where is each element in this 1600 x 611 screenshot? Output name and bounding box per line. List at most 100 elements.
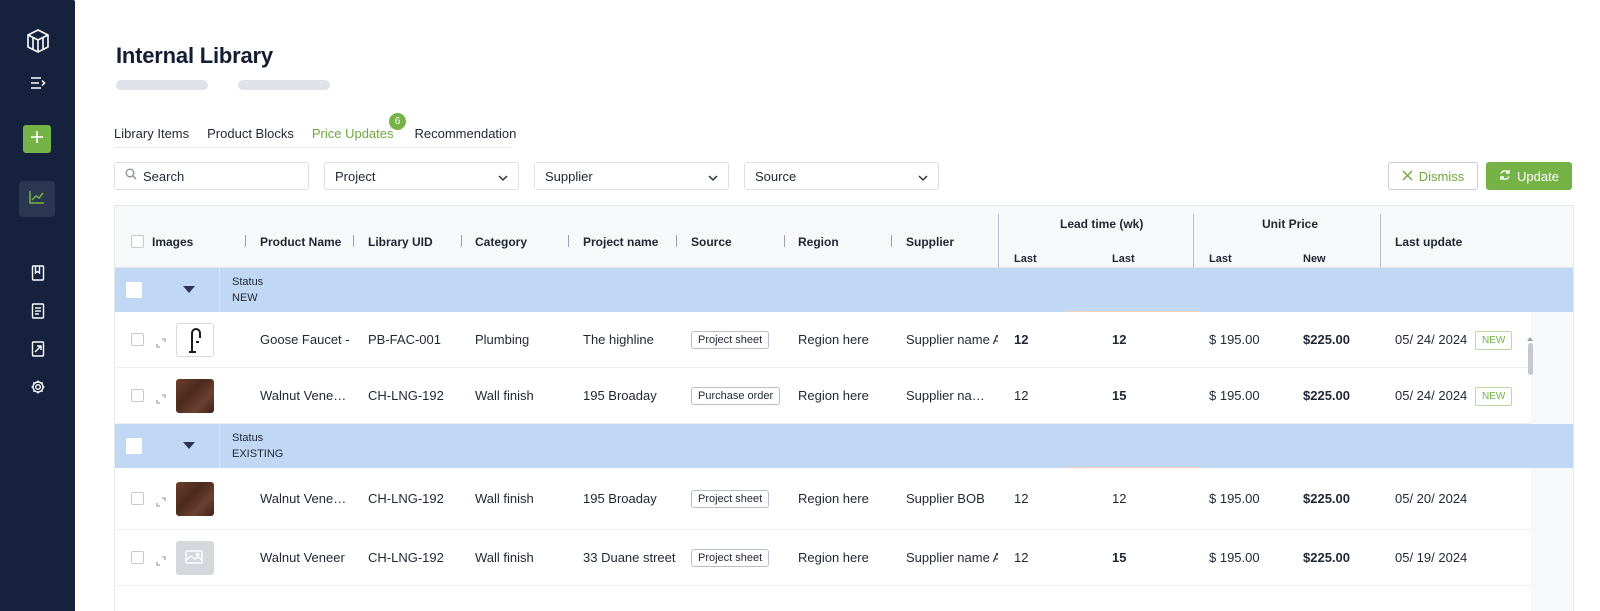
group-checkbox[interactable]	[126, 282, 142, 298]
group-checkbox[interactable]	[126, 438, 142, 454]
cell-product-name: Goose Faucet - M	[260, 332, 353, 347]
caret-down-icon[interactable]	[183, 286, 195, 293]
header-supplier[interactable]: Supplier	[906, 235, 954, 249]
source-select[interactable]: Source	[744, 162, 939, 190]
expand-icon[interactable]	[156, 335, 166, 348]
update-button-label: Update	[1517, 168, 1559, 184]
cell-category: Wall finish	[475, 550, 534, 565]
tab-price-updates[interactable]: Price Updates	[311, 126, 394, 148]
gear-icon[interactable]	[0, 379, 75, 395]
header-lead-last: Last	[1014, 253, 1037, 265]
cell-lead-last: 12	[1014, 332, 1029, 347]
sidebar-item-analytics[interactable]	[19, 181, 55, 217]
cell-price-new: $225.00	[1303, 491, 1350, 506]
chevron-down-icon	[498, 169, 508, 184]
header-source[interactable]: Source	[691, 235, 732, 249]
tab-recommendation[interactable]: Recommendation	[415, 126, 517, 148]
cell-library-uid: CH-LNG-192	[368, 388, 444, 403]
product-image-placeholder[interactable]	[176, 541, 214, 575]
search-input[interactable]	[143, 168, 293, 184]
cell-category: Plumbing	[475, 332, 530, 347]
row-checkbox[interactable]	[131, 333, 144, 346]
cell-last-update: 05/ 19/ 2024	[1395, 550, 1468, 565]
document-icon[interactable]	[0, 303, 75, 319]
column-divider	[245, 235, 246, 247]
scroll-up-icon[interactable]	[1527, 337, 1533, 341]
cell-supplier: Supplier name A	[906, 332, 998, 347]
breadcrumb-skeleton	[116, 80, 208, 90]
group-divider	[219, 424, 220, 468]
cell-project-name: 195 Broaday	[583, 388, 657, 403]
cell-price-last: $ 195.00	[1209, 332, 1260, 347]
cell-lead-new: 12	[1112, 332, 1127, 347]
page-title: Internal Library	[116, 43, 273, 68]
cell-lead-last: 12	[1014, 388, 1029, 403]
cell-price-new: $225.00	[1303, 550, 1350, 565]
cell-region: Region here	[798, 491, 869, 506]
group-label: Status	[232, 432, 264, 444]
logo-icon[interactable]	[0, 27, 75, 55]
header-project-name[interactable]: Project name	[583, 235, 658, 249]
source-tag: Purchase order	[691, 387, 781, 405]
product-image[interactable]	[176, 379, 214, 413]
scrollbar-thumb[interactable]	[1528, 343, 1533, 375]
source-select-value: Source	[755, 168, 797, 184]
cell-project-name: The highline	[583, 332, 654, 347]
header-category[interactable]: Category	[475, 235, 527, 249]
column-divider	[891, 235, 892, 247]
expand-icon[interactable]	[156, 553, 166, 566]
chevron-down-icon	[918, 169, 928, 184]
header-product-name[interactable]: Product Name	[260, 235, 341, 249]
row-checkbox[interactable]	[131, 492, 144, 505]
row-checkbox[interactable]	[131, 389, 144, 402]
column-group-divider	[1380, 214, 1381, 268]
tab-bar: Library Items Product Blocks Price Updat…	[114, 126, 516, 148]
supplier-select[interactable]: Supplier	[534, 162, 729, 190]
cell-last-update: 05/ 24/ 2024	[1395, 332, 1468, 347]
project-select[interactable]: Project	[324, 162, 519, 190]
product-image[interactable]	[176, 482, 214, 516]
menu-collapse-icon[interactable]	[0, 76, 75, 90]
cell-product-name: Walnut Vene…	[260, 388, 347, 403]
expand-icon[interactable]	[156, 494, 166, 507]
add-button[interactable]	[23, 125, 51, 153]
header-last-update[interactable]: Last update	[1395, 235, 1462, 249]
expand-icon[interactable]	[156, 391, 166, 404]
select-all-checkbox[interactable]	[131, 235, 144, 248]
header-unit-price: Unit Price	[1262, 217, 1319, 231]
header-lead-time: Lead time (wk)	[1060, 217, 1144, 231]
cell-lead-last: 12	[1014, 491, 1029, 506]
chart-icon	[29, 190, 45, 209]
column-divider	[353, 235, 354, 247]
table-row[interactable]: Walnut Veneer CH-LNG-192 Wall finish 33 …	[115, 530, 1531, 586]
cell-supplier: Supplier BOB	[906, 491, 985, 506]
cell-price-new: $225.00	[1303, 388, 1350, 403]
tab-product-blocks[interactable]: Product Blocks	[207, 126, 294, 148]
header-region[interactable]: Region	[798, 235, 839, 249]
search-icon	[125, 167, 137, 185]
table-row[interactable]: Goose Faucet - M PB-FAC-001 Plumbing The…	[115, 312, 1531, 368]
cell-region: Region here	[798, 332, 869, 347]
dismiss-button[interactable]: Dismiss	[1388, 162, 1478, 190]
close-icon	[1402, 169, 1413, 184]
tab-library-items[interactable]: Library Items	[114, 126, 189, 148]
cell-lead-new: 15	[1112, 550, 1127, 565]
cell-region: Region here	[798, 388, 869, 403]
column-group-divider	[998, 214, 999, 268]
group-divider	[219, 268, 220, 312]
cell-price-last: $ 195.00	[1209, 550, 1260, 565]
search-box	[114, 162, 309, 190]
table-row[interactable]: Walnut Vene… CH-LNG-192 Wall finish 195 …	[115, 468, 1531, 530]
table-row[interactable]: Walnut Vene… CH-LNG-192 Wall finish 195 …	[115, 368, 1531, 424]
export-icon[interactable]	[0, 341, 75, 357]
source-tag: Project sheet	[691, 490, 770, 508]
image-icon	[185, 548, 205, 569]
breadcrumb-skeleton	[238, 80, 330, 90]
row-checkbox[interactable]	[131, 551, 144, 564]
product-image[interactable]	[176, 323, 214, 357]
header-library-uid[interactable]: Library UID	[368, 235, 433, 249]
caret-down-icon[interactable]	[183, 442, 195, 449]
dismiss-button-label: Dismiss	[1418, 168, 1465, 184]
update-button[interactable]: Update	[1486, 162, 1572, 190]
book-icon[interactable]	[0, 265, 75, 281]
